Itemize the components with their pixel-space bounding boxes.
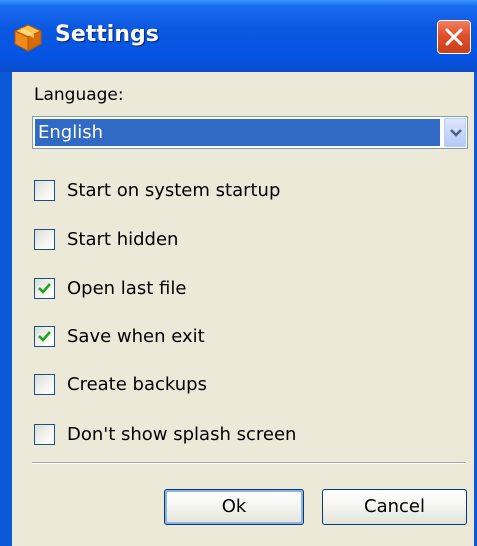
checkbox-start-hidden[interactable] [34,229,55,250]
option-label: Save when exit [67,326,205,347]
cancel-button[interactable]: Cancel [322,489,467,525]
option-label: Start hidden [67,229,179,250]
checkbox-save-when-exit[interactable] [34,326,55,347]
checkmark-icon [38,283,51,294]
window-title: Settings [55,22,159,47]
orange-box-icon [13,24,43,52]
option-start-on-system-startup[interactable]: Start on system startup [34,178,454,204]
settings-panel: Language: English Start on system startu… [12,72,474,546]
separator [32,462,466,464]
option-label: Open last file [67,278,187,299]
close-button[interactable] [437,20,471,54]
checkbox-open-last-file[interactable] [34,278,55,299]
language-select[interactable]: English [32,116,468,149]
language-label: Language: [34,85,124,105]
language-select-value: English [35,119,440,146]
checkbox-dont-show-splash-screen[interactable] [34,424,55,445]
chevron-down-icon [450,129,462,137]
title-bar[interactable]: Settings [0,0,477,72]
option-save-when-exit[interactable]: Save when exit [34,324,454,350]
settings-window: Settings Language: English Start on syst… [0,0,477,546]
dropdown-arrow-button[interactable] [444,118,466,147]
option-label: Create backups [67,374,207,395]
option-label: Don't show splash screen [67,424,297,445]
close-icon [445,28,463,46]
checkbox-create-backups[interactable] [34,374,55,395]
checkmark-icon [38,331,51,342]
checkbox-start-on-system-startup[interactable] [34,180,55,201]
option-create-backups[interactable]: Create backups [34,372,454,398]
option-dont-show-splash-screen[interactable]: Don't show splash screen [34,422,454,448]
option-start-hidden[interactable]: Start hidden [34,227,454,253]
option-label: Start on system startup [67,180,281,201]
option-open-last-file[interactable]: Open last file [34,276,454,302]
ok-button[interactable]: Ok [164,489,304,525]
